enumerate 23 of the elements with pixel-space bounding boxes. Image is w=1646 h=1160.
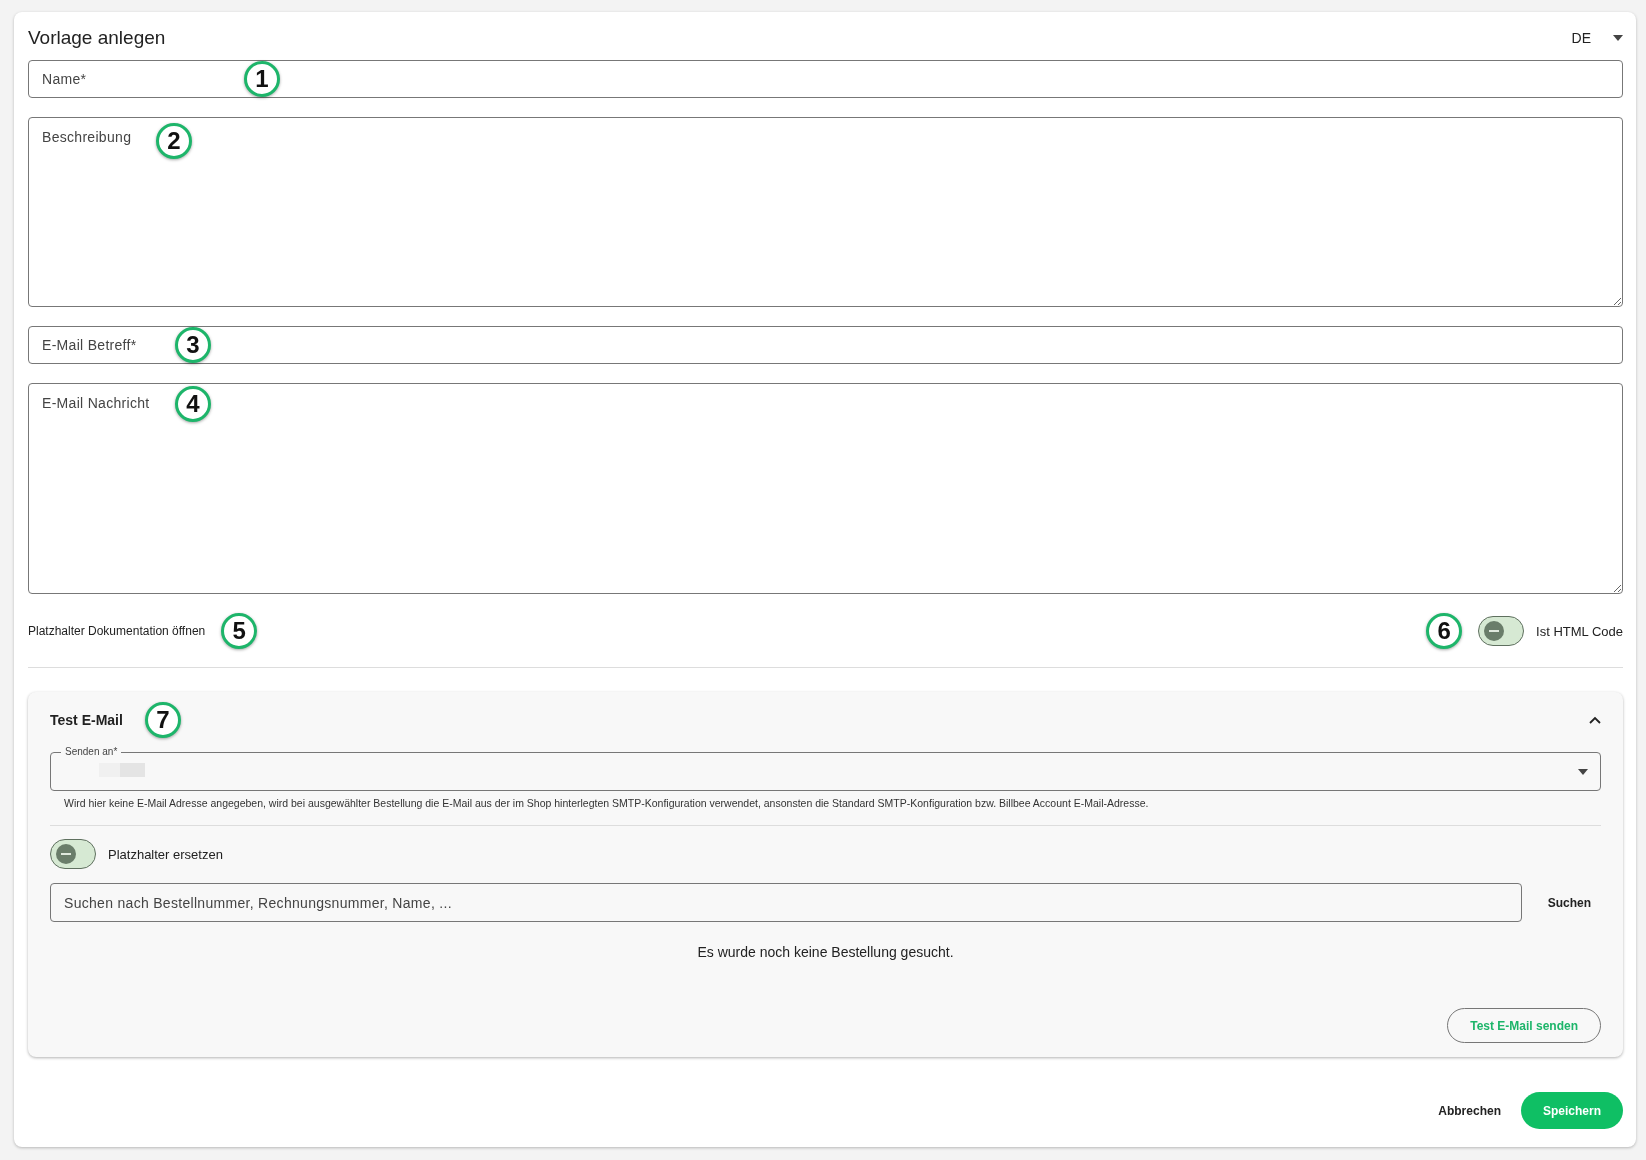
step-number-marker: 5 xyxy=(221,613,258,649)
chevron-up-icon[interactable] xyxy=(1589,716,1601,724)
search-button[interactable]: Suchen xyxy=(1522,884,1591,921)
caret-down-icon xyxy=(1613,35,1623,41)
toggle-switch[interactable] xyxy=(50,839,96,869)
toggle-switch[interactable] xyxy=(1478,616,1525,646)
documentation-link[interactable]: Platzhalter Dokumentation öffnen xyxy=(28,624,206,638)
step-number-marker: 4 xyxy=(175,386,211,422)
step-number-marker: 6 xyxy=(1426,613,1463,649)
step-number-marker: 1 xyxy=(244,61,280,97)
search-field[interactable]: Suchen nach Bestellnummer, Rechnungsnummer, Name, ... xyxy=(50,883,1522,922)
empty-message: Es wurde noch keine Bestellung gesucht. xyxy=(696,943,955,962)
cancel-button[interactable]: Abbrechen xyxy=(1436,1092,1503,1129)
step-number-marker: 7 xyxy=(144,702,181,738)
helper-text: Wird hier keine E-Mail Adresse angegeben, wird bei ausgewählter Bestellung die E-Mail aus der im Shop hinterlegten SMTP-Konfiguration verwendet, ansonsten die Standard SMTP-Konfiguration bzw. Billbee Account E-Mail-Adresse. xyxy=(64,796,1150,810)
language-select[interactable]: DE xyxy=(1565,29,1623,47)
step-number-marker: 2 xyxy=(156,123,192,159)
dialog-title: Vorlage anlegen xyxy=(28,27,166,49)
toggle-label: Platzhalter ersetzen xyxy=(108,846,223,862)
panel-title: Test E-Mail xyxy=(50,712,123,728)
toggle-label: Ist HTML Code xyxy=(1536,623,1623,639)
caret-down-icon xyxy=(1578,769,1588,775)
step-number-marker: 3 xyxy=(175,327,211,363)
